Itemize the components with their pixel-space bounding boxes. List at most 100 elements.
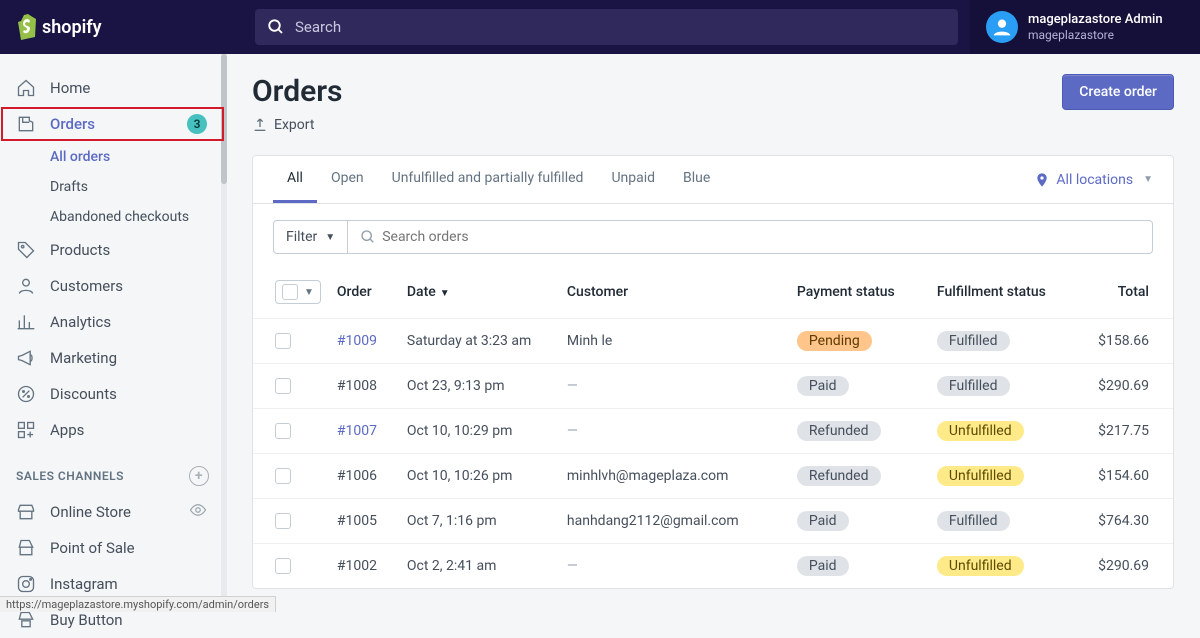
- table-row[interactable]: #1009Saturday at 3:23 amMinh lePendingFu…: [253, 319, 1173, 364]
- nav-label: Products: [50, 241, 110, 259]
- table-row[interactable]: #1006Oct 10, 10:26 pmminhlvh@mageplaza.c…: [253, 454, 1173, 499]
- user-store: mageplazastore: [1028, 28, 1163, 42]
- export-button[interactable]: Export: [252, 117, 342, 133]
- nav-label: Buy Button: [50, 611, 123, 629]
- locations-dropdown[interactable]: All locations ▼: [1014, 158, 1173, 202]
- section-label: SALES CHANNELS: [16, 469, 124, 483]
- filters-row: Filter ▼: [253, 204, 1173, 270]
- nav-orders[interactable]: Orders 3: [0, 106, 225, 142]
- user-menu[interactable]: mageplazastore Admin mageplazastore: [970, 0, 1200, 54]
- nav-discounts[interactable]: Discounts: [0, 376, 225, 412]
- fulfillment-status: Unfulfilled: [929, 544, 1079, 589]
- col-date[interactable]: Date▼: [399, 270, 559, 319]
- nav-analytics[interactable]: Analytics: [0, 304, 225, 340]
- filter-button[interactable]: Filter ▼: [273, 220, 348, 254]
- order-total: $290.69: [1079, 364, 1173, 409]
- export-label: Export: [274, 117, 314, 133]
- nav-apps[interactable]: Apps: [0, 412, 225, 448]
- search-orders[interactable]: [348, 220, 1153, 254]
- col-total[interactable]: Total: [1079, 270, 1173, 319]
- col-order[interactable]: Order: [329, 270, 399, 319]
- col-fulfillment[interactable]: Fulfillment status: [929, 270, 1079, 319]
- row-checkbox[interactable]: [275, 423, 291, 439]
- page-title: Orders: [252, 74, 342, 109]
- nav-label: Marketing: [50, 349, 117, 367]
- subnav-all-orders[interactable]: All orders: [0, 142, 225, 172]
- global-search-input[interactable]: [295, 18, 946, 36]
- row-checkbox[interactable]: [275, 513, 291, 529]
- sidebar: Home Orders 3 All orders Drafts Abandone…: [0, 54, 226, 612]
- order-total: $290.69: [1079, 544, 1173, 589]
- col-payment[interactable]: Payment status: [789, 270, 929, 319]
- nav-online-store[interactable]: Online Store: [0, 494, 225, 530]
- nav-label: Customers: [50, 277, 123, 295]
- discount-icon: [16, 384, 36, 404]
- chevron-down-icon: ▼: [1143, 174, 1153, 185]
- subnav-drafts[interactable]: Drafts: [0, 172, 225, 202]
- create-order-button[interactable]: Create order: [1062, 74, 1174, 110]
- nav-marketing[interactable]: Marketing: [0, 340, 225, 376]
- order-customer: hanhdang2112@gmail.com: [559, 499, 789, 544]
- sort-caret-icon: ▼: [440, 288, 450, 299]
- nav-label: Discounts: [50, 385, 117, 403]
- fulfillment-status: Fulfilled: [929, 364, 1079, 409]
- row-checkbox[interactable]: [275, 558, 291, 574]
- order-date: Saturday at 3:23 am: [399, 319, 559, 364]
- tab-all[interactable]: All: [273, 156, 317, 203]
- global-search[interactable]: [255, 9, 958, 45]
- order-total: $217.75: [1079, 409, 1173, 454]
- row-checkbox[interactable]: [275, 468, 291, 484]
- export-icon: [252, 117, 268, 133]
- table-row[interactable]: #1002Oct 2, 2:41 am—PaidUnfulfilled$290.…: [253, 544, 1173, 589]
- order-customer: minhlvh@mageplaza.com: [559, 454, 789, 499]
- fulfillment-status: Fulfilled: [929, 499, 1079, 544]
- row-checkbox[interactable]: [275, 378, 291, 394]
- order-id[interactable]: #1009: [329, 319, 399, 364]
- tab-unpaid[interactable]: Unpaid: [597, 156, 669, 203]
- order-id[interactable]: #1007: [329, 409, 399, 454]
- locations-label: All locations: [1056, 172, 1133, 188]
- instagram-icon: [16, 574, 36, 594]
- logo-zone: shopify: [0, 12, 255, 42]
- row-checkbox[interactable]: [275, 333, 291, 349]
- shopify-logo-icon: shopify: [16, 12, 126, 42]
- select-all-checkbox[interactable]: ▼: [275, 280, 321, 304]
- col-customer[interactable]: Customer: [559, 270, 789, 319]
- orders-card: All Open Unfulfilled and partially fulfi…: [252, 155, 1174, 589]
- add-channel-button[interactable]: +: [189, 466, 209, 486]
- tab-unfulfilled[interactable]: Unfulfilled and partially fulfilled: [378, 156, 598, 203]
- tabs-row: All Open Unfulfilled and partially fulfi…: [253, 156, 1173, 204]
- nav-label: Point of Sale: [50, 539, 135, 557]
- home-icon: [16, 78, 36, 98]
- page-header: Orders Export Create order: [252, 74, 1174, 133]
- nav-point-of-sale[interactable]: Point of Sale: [0, 530, 225, 566]
- table-row[interactable]: #1007Oct 10, 10:29 pm—RefundedUnfulfille…: [253, 409, 1173, 454]
- fulfillment-status: Fulfilled: [929, 319, 1079, 364]
- subnav-abandoned[interactable]: Abandoned checkouts: [0, 202, 225, 232]
- nav-home[interactable]: Home: [0, 70, 225, 106]
- order-date: Oct 7, 1:16 pm: [399, 499, 559, 544]
- nav-customers[interactable]: Customers: [0, 268, 225, 304]
- search-zone: [255, 9, 970, 45]
- filter-label: Filter: [286, 229, 317, 245]
- nav-label: Analytics: [50, 313, 111, 331]
- nav-products[interactable]: Products: [0, 232, 225, 268]
- order-customer: —: [559, 364, 789, 409]
- eye-icon[interactable]: [189, 501, 207, 523]
- order-date: Oct 23, 9:13 pm: [399, 364, 559, 409]
- order-total: $158.66: [1079, 319, 1173, 364]
- main-content: Orders Export Create order All Open Unfu…: [226, 54, 1200, 612]
- tab-blue[interactable]: Blue: [669, 156, 724, 203]
- tab-open[interactable]: Open: [317, 156, 378, 203]
- orders-table: ▼ Order Date▼ Customer Payment status Fu…: [253, 270, 1173, 588]
- payment-status: Refunded: [789, 454, 929, 499]
- table-row[interactable]: #1008Oct 23, 9:13 pm—PaidFulfilled$290.6…: [253, 364, 1173, 409]
- table-row[interactable]: #1005Oct 7, 1:16 pmhanhdang2112@gmail.co…: [253, 499, 1173, 544]
- order-date: Oct 2, 2:41 am: [399, 544, 559, 589]
- pin-icon: [1034, 172, 1050, 188]
- order-customer: —: [559, 544, 789, 589]
- order-id: #1002: [329, 544, 399, 589]
- order-customer: —: [559, 409, 789, 454]
- search-orders-input[interactable]: [376, 221, 1140, 253]
- orders-badge: 3: [187, 114, 207, 134]
